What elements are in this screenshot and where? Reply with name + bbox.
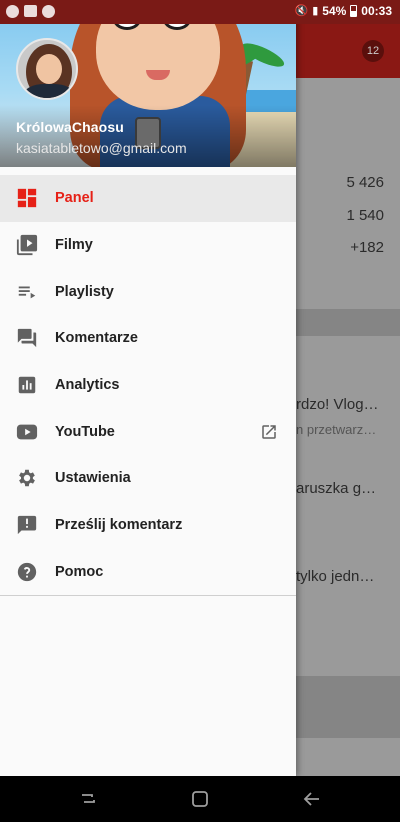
- menu-item-label: Analytics: [55, 377, 120, 394]
- cartoon-mouth: [146, 70, 170, 80]
- stat-value: 5 426: [346, 174, 384, 191]
- menu-item-help[interactable]: Pomoc: [0, 549, 296, 596]
- video-library-icon: [16, 234, 38, 256]
- bar-chart-icon: [18, 376, 36, 394]
- navigation-drawer: KrólowaChaosu kasiatabletowo@gmail.com P…: [0, 0, 296, 776]
- avatar[interactable]: [16, 38, 78, 100]
- stat-value: 1 540: [346, 207, 384, 224]
- avatar-face: [36, 54, 62, 84]
- menu-item-label: Ustawienia: [55, 470, 131, 487]
- channel-email: kasiatabletowo@gmail.com: [16, 140, 187, 156]
- menu-item-label: Filmy: [55, 237, 93, 254]
- clock: 00:33: [361, 4, 392, 18]
- menu-item-label: Prześlij komentarz: [55, 517, 183, 534]
- menu-item-label: YouTube: [55, 423, 115, 440]
- comment-text: rdzo! Vlog…: [296, 396, 379, 413]
- menu-item-panel[interactable]: Panel: [0, 175, 296, 222]
- messenger-icon: [6, 5, 19, 18]
- system-nav-bar: [0, 776, 400, 822]
- menu-item-label: Pomoc: [55, 563, 104, 580]
- status-bar: 🔇 ▮ 54% 00:33: [0, 0, 400, 24]
- menu-item-label: Panel: [55, 190, 94, 207]
- gallery-icon: [24, 5, 37, 17]
- divider: [0, 595, 296, 596]
- dashboard-icon: [17, 189, 37, 208]
- feedback-icon: [17, 515, 37, 535]
- channel-name: KrólowaChaosu: [16, 119, 124, 135]
- menu-item-videos[interactable]: Filmy: [0, 222, 296, 269]
- playlist-icon: [18, 286, 36, 299]
- gear-icon: [19, 470, 35, 487]
- avatar-body: [24, 84, 74, 98]
- comment-text: aruszka g…: [296, 480, 377, 497]
- comments-icon: [17, 329, 37, 348]
- mute-icon: 🔇: [294, 5, 309, 17]
- external-link-icon: [262, 425, 276, 439]
- youtube-icon: [16, 424, 38, 440]
- drawer-header[interactable]: KrólowaChaosu kasiatabletowo@gmail.com: [0, 0, 296, 167]
- menu-item-label: Komentarze: [55, 330, 138, 347]
- system-status: 🔇 ▮ 54% 00:33: [295, 4, 393, 18]
- comment-subtext: n przetwarz…: [296, 422, 377, 437]
- recent-apps-button[interactable]: [76, 787, 100, 811]
- menu-item-youtube[interactable]: YouTube: [0, 408, 296, 455]
- menu-item-settings[interactable]: Ustawienia: [0, 455, 296, 502]
- menu-item-label: Playlisty: [55, 283, 114, 300]
- messenger-icon: [42, 5, 55, 18]
- drawer-menu: Panel Filmy Playlisty Komentarze Analyti…: [0, 175, 296, 595]
- menu-item-analytics[interactable]: Analytics: [0, 362, 296, 409]
- menu-item-send-feedback[interactable]: Prześlij komentarz: [0, 502, 296, 549]
- comment-text: tylko jedn…: [296, 568, 375, 585]
- battery-icon: [350, 5, 358, 17]
- help-icon: [17, 562, 37, 582]
- notification-badge: 12: [362, 40, 384, 62]
- home-button[interactable]: [188, 787, 212, 811]
- back-button[interactable]: [300, 787, 324, 811]
- menu-item-comments[interactable]: Komentarze: [0, 315, 296, 362]
- stat-value: +182: [350, 239, 384, 256]
- signal-icon: ▮: [312, 5, 319, 17]
- battery-percent: 54%: [322, 4, 347, 18]
- menu-item-playlists[interactable]: Playlisty: [0, 268, 296, 315]
- notification-icons: [6, 5, 55, 18]
